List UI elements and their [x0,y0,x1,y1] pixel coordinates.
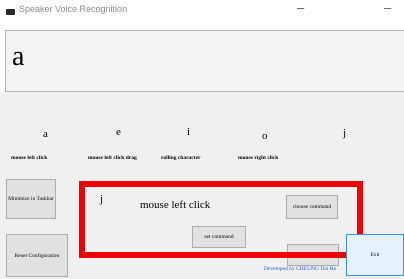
minimize-window-button[interactable]: – [297,1,304,14]
choose-command-button[interactable]: choose command [286,195,338,219]
key-letter-a: a [43,128,48,140]
key-action-e: mouse left click drag [88,155,137,161]
app-icon [6,9,15,15]
selected-action: mouse left click [140,199,211,211]
key-letter-o: o [262,130,268,142]
selected-letter: j [100,193,104,205]
developer-credit: Developed by CHEUNG Dai Ho [264,266,337,272]
recognized-text-display: a [5,30,404,92]
key-letter-i: i [187,126,191,138]
key-letter-j: j [343,127,347,139]
window-title: Speaker Voice Recognition [19,4,128,14]
recognized-text: a [12,41,25,72]
key-letter-e: e [116,126,121,138]
key-action-a: mouse left click [11,155,48,161]
maximize-window-button[interactable]: – [384,1,391,14]
title-bar: Speaker Voice Recognition – – [0,0,404,22]
exit-button[interactable]: Exit [346,234,404,276]
set-command-button[interactable]: set command [192,226,246,248]
key-action-i: rolling character [161,155,201,161]
minimize-in-taskbar-button[interactable]: Minimize in Taskbar [6,179,56,219]
key-action-o: mouse right click [238,155,279,161]
reset-configuration-button[interactable]: Reset Configuration [6,234,68,277]
unlabeled-button[interactable] [287,244,339,266]
